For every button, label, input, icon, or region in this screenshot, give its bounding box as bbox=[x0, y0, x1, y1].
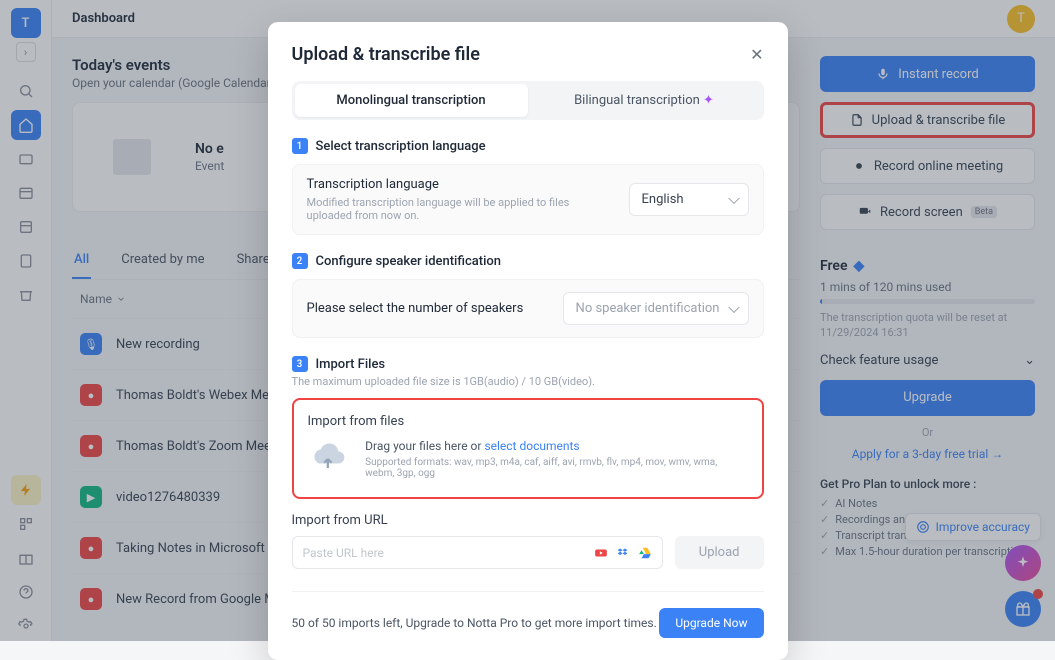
select-documents-link[interactable]: select documents bbox=[484, 439, 579, 453]
upgrade-now-button[interactable]: Upgrade Now bbox=[659, 608, 763, 638]
drop-text: Drag your files here or select documents bbox=[365, 439, 747, 453]
tab-monolingual[interactable]: Monolingual transcription bbox=[295, 84, 528, 117]
imports-left-text: 50 of 50 imports left, Upgrade to Notta … bbox=[292, 616, 657, 630]
upload-dialog: Upload & transcribe file ✕ Monolingual t… bbox=[268, 22, 788, 660]
drop-formats: Supported formats: wav, mp3, m4a, caf, a… bbox=[365, 457, 747, 479]
upload-url-button[interactable]: Upload bbox=[675, 536, 764, 569]
url-input[interactable] bbox=[303, 546, 594, 560]
transcription-mode-tabs: Monolingual transcription Bilingual tran… bbox=[292, 81, 764, 120]
step-3-label: Import Files bbox=[316, 357, 386, 372]
step-1-num: 1 bbox=[292, 138, 308, 154]
language-select[interactable]: English bbox=[629, 183, 749, 216]
modal-overlay: Upload & transcribe file ✕ Monolingual t… bbox=[0, 0, 1055, 641]
dropbox-icon bbox=[616, 546, 630, 560]
url-input-wrap bbox=[292, 536, 663, 569]
file-dropzone[interactable]: Import from files Drag your files here o… bbox=[292, 398, 764, 499]
language-panel: Transcription language Modified transcri… bbox=[292, 164, 764, 235]
import-url-label: Import from URL bbox=[292, 513, 764, 528]
step-1-label: Select transcription language bbox=[316, 139, 486, 154]
gdrive-icon bbox=[638, 546, 652, 560]
close-button[interactable]: ✕ bbox=[750, 45, 763, 64]
speakers-title: Please select the number of speakers bbox=[307, 301, 524, 316]
import-files-label: Import from files bbox=[308, 414, 748, 429]
step-3-sub: The maximum uploaded file size is 1GB(au… bbox=[292, 375, 764, 388]
language-sub: Modified transcription language will be … bbox=[307, 196, 617, 222]
dialog-title: Upload & transcribe file bbox=[292, 44, 480, 65]
youtube-icon bbox=[594, 546, 608, 560]
step-2-label: Configure speaker identification bbox=[316, 254, 502, 269]
cloud-upload-icon bbox=[308, 441, 348, 477]
speakers-panel: Please select the number of speakers No … bbox=[292, 279, 764, 338]
tab-bilingual[interactable]: Bilingual transcription ✦ bbox=[528, 84, 761, 117]
speakers-select[interactable]: No speaker identification bbox=[563, 292, 749, 325]
step-2-num: 2 bbox=[292, 253, 308, 269]
language-title: Transcription language bbox=[307, 177, 617, 192]
sparkle-icon: ✦ bbox=[703, 93, 714, 108]
step-3-num: 3 bbox=[292, 356, 308, 372]
